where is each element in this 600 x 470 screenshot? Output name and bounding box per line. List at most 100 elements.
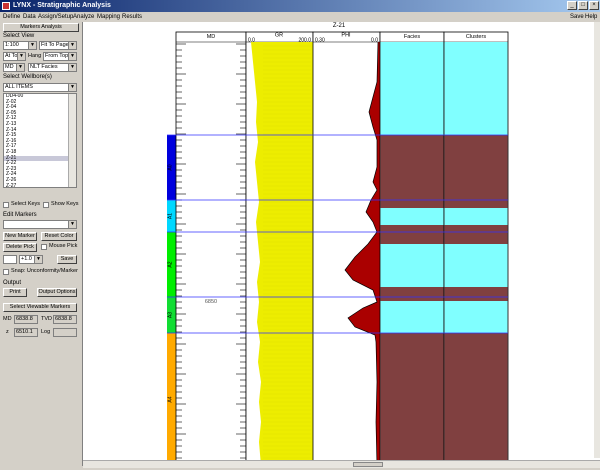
zone-label: A4 — [168, 396, 174, 402]
menu-assign-setup[interactable]: Assign/Setup — [38, 13, 73, 21]
from-select[interactable]: From Top ▼ — [43, 52, 77, 61]
select-view-label: Select View — [3, 33, 35, 39]
offset-field[interactable] — [3, 255, 17, 264]
main-vertical-scrollbar[interactable] — [594, 22, 600, 458]
select-viewable-markers-button[interactable]: Select Viewable Markers — [3, 303, 77, 312]
clusters-track-header: Clusters — [466, 34, 486, 40]
chevron-down-icon: ▼ — [68, 221, 76, 228]
facies-block — [380, 232, 444, 244]
md-track-header: MD — [207, 34, 216, 40]
phi-scale-min: 0.30 — [315, 38, 325, 44]
depth-label-6850: 6850 — [205, 299, 217, 305]
edit-markers-label: Edit Markers — [3, 212, 37, 218]
cluster-block — [444, 301, 508, 333]
well-name: Z-21 — [333, 23, 346, 29]
new-marker-button[interactable]: New Marker — [3, 232, 37, 241]
output-label: Output — [3, 280, 22, 286]
facies-block — [380, 208, 444, 225]
facies-block — [380, 301, 444, 306]
at-select[interactable]: At Top ▼ — [3, 52, 26, 61]
depth-type-select[interactable]: MD ▼ — [3, 63, 25, 72]
cluster-block — [444, 244, 508, 287]
gr-track-header: GR — [275, 33, 283, 39]
show-keys-checkbox[interactable] — [43, 202, 49, 208]
maximize-button[interactable]: □ — [578, 1, 588, 10]
facies-track: Facies — [379, 31, 445, 467]
zone-column: A0 A1 A2 A3 A4 — [167, 135, 176, 466]
facies-set-select[interactable]: NLT Facies ▼ — [28, 63, 77, 72]
tvd-label: TVD — [41, 316, 52, 322]
wellbore-list[interactable]: DD4-00 Z-02 Z-04 Z-05 Z-12 Z-13 Z-14 Z-15 Z-16 Z-… — [3, 93, 77, 188]
menu-results[interactable]: Results — [122, 13, 142, 21]
facies-track-header: Facies — [404, 34, 420, 40]
log-readout — [53, 328, 77, 337]
facies-block — [380, 225, 444, 232]
facies-block — [380, 42, 444, 135]
snap-label: Snap: Unconformity/Marker — [11, 268, 78, 274]
tvd-readout: 6838.8 — [53, 315, 77, 324]
offset-select[interactable]: +1.0 ▼ — [19, 255, 43, 264]
main-horizontal-scrollbar[interactable] — [83, 460, 600, 468]
md-track: MD 6850 — [175, 31, 247, 467]
mouse-pick-label: Mouse Pick — [49, 243, 78, 249]
facies-block — [380, 244, 444, 287]
md-readout: 6838.8 — [14, 315, 38, 324]
cluster-block — [444, 42, 508, 135]
zone-label: A3 — [168, 312, 174, 318]
menu-bar: Define Data Assign/Setup Analyze Mapping… — [0, 12, 600, 22]
facies-block — [380, 135, 444, 200]
close-button[interactable]: × — [589, 1, 599, 10]
wellbore-list-item[interactable]: Z-27 — [4, 183, 76, 187]
fit-select[interactable]: Fit To Page ▼ — [39, 41, 77, 50]
hang-label: Hang — [28, 53, 42, 59]
menu-data[interactable]: Data — [23, 13, 36, 21]
app-icon — [2, 2, 10, 10]
gr-track: GR 0.0 200.0 — [245, 31, 314, 467]
menu-define[interactable]: Define — [3, 13, 20, 21]
menu-help[interactable]: Help — [585, 13, 597, 21]
snap-checkbox[interactable] — [3, 269, 9, 275]
title-bar: LYNX - Stratigraphic Analysis _ □ × — [0, 0, 600, 12]
facies-block — [380, 287, 444, 301]
phi-track: PHI 0.30 0.0 — [312, 31, 381, 467]
scrollbar-thumb[interactable] — [353, 462, 383, 467]
zone-label: A1 — [168, 213, 174, 219]
markers-panel: Markers Analysis Select View 1:100 ▼ Fit … — [0, 22, 83, 466]
marker-select[interactable]: ▼ — [3, 220, 77, 229]
cluster-block — [444, 208, 508, 225]
delete-pick-button[interactable]: Delete Pick — [3, 243, 37, 252]
save-marker-button[interactable]: Save — [57, 255, 77, 264]
log-label: Log — [41, 329, 51, 335]
chevron-down-icon: ▼ — [34, 256, 42, 263]
chevron-down-icon: ▼ — [28, 42, 36, 49]
scale-select[interactable]: 1:100 ▼ — [3, 41, 37, 50]
minimize-button[interactable]: _ — [567, 1, 577, 10]
well-log-view[interactable]: Z-21 A0 A1 A2 A3 A4 MD 6850 GR 0.0 200.0 PHI… — [83, 22, 600, 468]
mouse-pick-checkbox[interactable] — [41, 244, 47, 250]
chevron-down-icon: ▼ — [17, 53, 25, 60]
menu-analyze[interactable]: Analyze — [73, 13, 94, 21]
menu-mapping[interactable]: Mapping — [97, 13, 120, 21]
cluster-block — [444, 287, 508, 301]
menu-save[interactable]: Save — [570, 13, 584, 21]
print-button[interactable]: Print — [3, 288, 27, 297]
select-wellbores-label: Select Wellbore(s) — [3, 74, 52, 80]
reset-color-button[interactable]: Reset Color — [41, 232, 77, 241]
phi-scale-max: 0.0 — [371, 38, 378, 44]
zone-label: A2 — [168, 261, 174, 267]
cluster-block — [444, 333, 508, 466]
zone-label: A0 — [168, 164, 174, 170]
window-title: LYNX - Stratigraphic Analysis — [13, 2, 111, 9]
chevron-down-icon: ▼ — [16, 64, 24, 71]
wellbore-list-scrollbar[interactable] — [68, 94, 76, 187]
output-options-button[interactable]: Output Options — [37, 288, 77, 297]
select-keys-checkbox[interactable] — [3, 202, 9, 208]
well-log-canvas: Z-21 A0 A1 A2 A3 A4 MD 6850 GR 0.0 200.0 PHI… — [167, 23, 509, 467]
show-keys-label: Show Keys — [51, 201, 79, 207]
phi-track-header: PHI — [341, 33, 351, 39]
md-label: MD — [3, 316, 12, 322]
chevron-down-icon: ▼ — [68, 64, 76, 71]
chevron-down-icon: ▼ — [68, 84, 76, 91]
well-filter-select[interactable]: ALL ITEMS ▼ — [3, 83, 77, 92]
z-label: z — [6, 329, 9, 335]
